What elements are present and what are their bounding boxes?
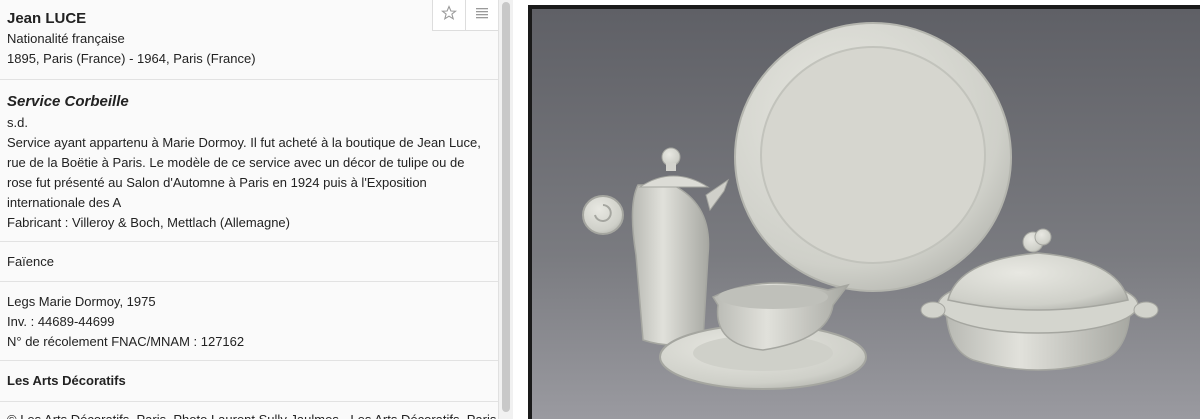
menu-button[interactable] — [465, 0, 498, 31]
work-description: Service ayant appartenu à Marie Dormoy. … — [7, 135, 481, 210]
provenance-section: Legs Marie Dormoy, 1975 Inv. : 44689-446… — [0, 282, 498, 361]
scrollbar-thumb[interactable] — [502, 2, 510, 412]
tableware-illustration — [532, 9, 1200, 419]
inventory-number: Inv. : 44689-44699 — [7, 314, 115, 329]
image-viewer — [513, 0, 1200, 419]
recolement-number: N° de récolement FNAC/MNAM : 127162 — [7, 334, 245, 349]
plate-shape — [734, 22, 1012, 292]
legs-text: Legs Marie Dormoy, 1975 — [7, 294, 156, 309]
artist-section: Jean LUCE Nationalité française 1895, Pa… — [0, 0, 498, 80]
favorite-button[interactable] — [432, 0, 465, 31]
work-date: s.d. — [7, 115, 28, 130]
work-manufacturer: Fabricant : Villeroy & Boch, Mettlach (A… — [7, 215, 290, 230]
museum-name[interactable]: Les Arts Décoratifs — [7, 371, 491, 391]
record-panel: Jean LUCE Nationalité française 1895, Pa… — [0, 0, 499, 419]
artist-name[interactable]: Jean LUCE — [7, 9, 491, 29]
material-section: Faïence — [0, 242, 498, 282]
work-section: Service Corbeille s.d. Service ayant app… — [0, 80, 498, 242]
artwork-photo[interactable] — [528, 5, 1200, 419]
museum-section: Les Arts Décoratifs — [0, 361, 498, 402]
credit-line: © Les Arts Décoratifs, Paris. Photo Laur… — [0, 402, 498, 419]
material-text: Faïence — [7, 254, 54, 269]
work-title: Service Corbeille — [7, 93, 129, 110]
artist-dates: 1895, Paris (France) - 1964, Paris (Fran… — [7, 51, 256, 66]
artist-nationality: Nationalité française — [7, 31, 125, 46]
list-lines-icon — [474, 5, 490, 26]
record-toolbar — [432, 0, 498, 31]
star-outline-icon — [440, 4, 458, 26]
